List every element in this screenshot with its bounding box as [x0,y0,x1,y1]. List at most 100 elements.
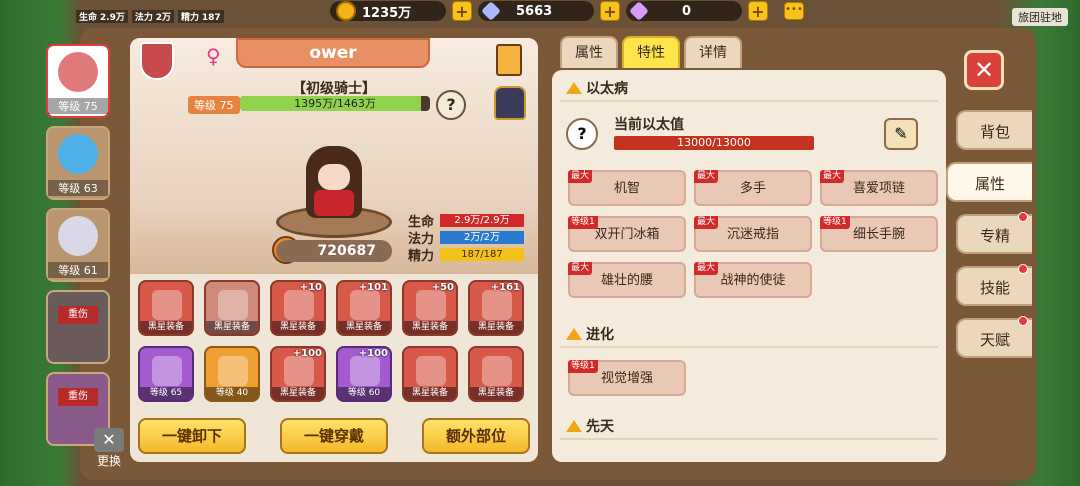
equipment-label: 黑星装备 [206,321,258,334]
swap-icon: ✕ [94,428,124,452]
equipment-icon [350,290,380,320]
trait-tag: 最大 [694,262,719,275]
equipment-label: 黑星装备 [404,387,456,400]
add-gold-button[interactable]: + [452,1,472,21]
equipment-label: 等级 40 [206,387,258,400]
injured-badge: 重伤 [58,306,98,324]
trait-tag: 最大 [568,262,593,275]
equipment-slot[interactable]: +101 黑星装备 [336,280,392,336]
add-gem-button[interactable]: + [748,1,768,21]
equipment-icon [284,356,314,386]
trait-item[interactable]: 最大 战神的使徒 [694,262,812,298]
equipment-label: 等级 60 [338,387,390,400]
equipment-slot[interactable]: +100 等级 60 [336,346,392,402]
divider [560,438,938,440]
edit-icon[interactable]: ✎ [884,118,918,150]
equipment-slot[interactable]: 等级 40 [204,346,260,402]
trait-tag: 等级1 [568,216,598,229]
equipment-slot[interactable]: +161 黑星装备 [468,280,524,336]
ether-help-icon[interactable]: ? [566,118,598,150]
equipment-icon [152,356,182,386]
guild-emblem-button[interactable] [140,42,174,80]
trait-tag: 等级1 [820,216,850,229]
hero-tab-4[interactable]: 重伤 [46,290,110,364]
side-nav-label: 天赋 [979,331,1010,349]
hero-dress [314,190,354,216]
equipment-slot[interactable]: 黑星装备 [402,346,458,402]
side-nav-item[interactable]: 专精 [956,212,1032,254]
hero-tab-level: 等级 63 [48,180,108,196]
equipment-icon [152,290,182,320]
swap-hero-button[interactable]: ✕ 更换 [92,428,126,468]
trait-name: 双开门冰箱 [594,227,660,242]
gold-counter: 1235万 [330,1,446,21]
hero-card-button[interactable] [496,44,522,76]
side-nav-item[interactable]: 背包 [956,110,1032,150]
trait-item[interactable]: 最大 多手 [694,170,812,206]
side-nav-label: 背包 [979,123,1010,141]
side-nav-item[interactable]: 技能 [956,264,1032,306]
equipment-icon [218,356,248,386]
trait-item[interactable]: 等级1 细长手腕 [820,216,938,252]
evolution-traits: 等级1 视觉增强 [568,360,938,396]
trait-item[interactable]: 最大 雄壮的腰 [568,262,686,298]
add-diamond-button[interactable]: + [600,1,620,21]
trait-item[interactable]: 最大 沉迷戒指 [694,216,812,252]
equipment-label: 等级 65 [140,387,192,400]
equipment-slot[interactable]: +100 黑星装备 [270,346,326,402]
equipment-label: 黑星装备 [470,387,522,400]
trait-name: 视觉增强 [600,371,653,386]
section-innate: 先天 [566,416,614,436]
side-nav-item[interactable]: 属性 [946,162,1032,202]
equipment-slot[interactable]: 等级 65 [138,346,194,402]
hero-portrait [58,134,98,174]
trait-name: 细长手腕 [852,227,905,242]
hero-tab-2[interactable]: 等级 63 [46,126,110,200]
hero-name[interactable]: ower [236,38,430,68]
close-button[interactable]: ✕ [964,50,1004,90]
equipment-icon [416,290,446,320]
equipment-slot[interactable]: 黑星装备 [204,280,260,336]
guild-label[interactable]: 旅团驻地 [1012,8,1068,26]
notification-dot [1018,264,1028,274]
hero-rank: 【初级骑士】 [292,81,376,97]
equipment-slot[interactable]: 黑星装备 [468,346,524,402]
extra-slots-button[interactable]: 额外部位 [422,418,530,454]
equipment-slot[interactable]: +10 黑星装备 [270,280,326,336]
tab-attributes[interactable]: 属性 [560,36,618,68]
section-title: 进化 [586,327,614,343]
equipment-icon [482,290,512,320]
stat-value: 2万/2万 [440,231,524,244]
equip-actions: 一键卸下 一键穿戴 额外部位 [138,418,530,454]
detail-tabs: 属性 特性 详情 [560,36,742,68]
traits-panel: 以太病 ? 当前以太值 13000/13000 ✎ 最大 机智 最大 多手 最大 喜爱项链… [552,70,946,462]
ether-label: 当前以太值 [614,117,684,133]
equipment-label: 黑星装备 [404,321,456,334]
trait-item[interactable]: 等级1 双开门冰箱 [568,216,686,252]
equipment-icon [350,356,380,386]
unequip-all-button[interactable]: 一键卸下 [138,418,246,454]
trait-name: 多手 [739,181,766,196]
hud-hp: 生命 2.9万 [76,10,128,23]
side-nav-item[interactable]: 天赋 [956,316,1032,358]
ether-traits: 最大 机智 最大 多手 最大 喜爱项链 等级1 双开门冰箱 最大 沉迷戒指 等级1 细长手腕 最大 雄壮的… [568,170,938,298]
hero-tab-3[interactable]: 等级 61 [46,208,110,282]
more-menu-button[interactable]: ••• [784,2,804,20]
equipment-grid: 黑星装备 黑星装备 +10 黑星装备 +101 黑星装备 +50 黑星装备 +161 黑星装备 等级… [138,280,524,402]
hero-tab-1[interactable]: 等级 75 [46,44,110,118]
stat-row: 生命 2.9万/2.9万 [408,212,524,230]
armor-set-icon[interactable] [494,86,526,120]
trait-item[interactable]: 等级1 视觉增强 [568,360,686,396]
trait-item[interactable]: 最大 喜爱项链 [820,170,938,206]
tab-details[interactable]: 详情 [684,36,742,68]
equipment-slot[interactable]: 黑星装备 [138,280,194,336]
trait-name: 战神的使徒 [720,273,786,288]
trait-item[interactable]: 最大 机智 [568,170,686,206]
section-title: 以太病 [586,81,628,97]
diamond-counter: 5663 [478,1,594,21]
equipment-slot[interactable]: +50 黑星装备 [402,280,458,336]
tab-traits[interactable]: 特性 [622,36,680,68]
help-button[interactable]: ? [436,90,466,120]
equip-all-button[interactable]: 一键穿戴 [280,418,388,454]
hud-sp: 精力 187 [178,10,224,23]
